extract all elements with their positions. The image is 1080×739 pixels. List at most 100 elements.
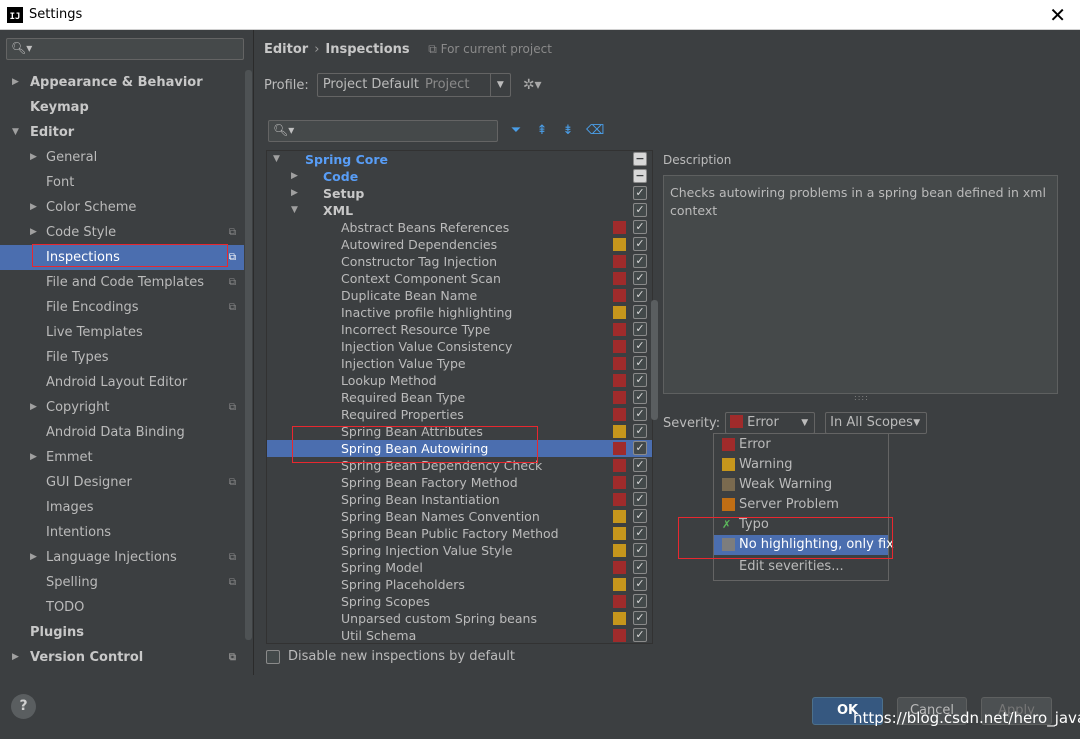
inspection-row[interactable]: Incorrect Resource Type ✓ [267, 321, 652, 338]
chevron-right-icon[interactable]: ▶ [12, 645, 19, 670]
inspection-row[interactable]: Autowired Dependencies ✓ [267, 236, 652, 253]
sidebar-item-todo[interactable]: TODO [0, 595, 244, 620]
inspection-row[interactable]: Spring Scopes ✓ [267, 593, 652, 610]
severity-option-server-problem[interactable]: Server Problem [714, 495, 888, 515]
inspection-row[interactable]: ▼ Spring Core − [267, 151, 652, 168]
enabled-checkbox[interactable]: ✓ [633, 322, 647, 336]
inspection-row[interactable]: Spring Model ✓ [267, 559, 652, 576]
sidebar-item-inspections[interactable]: Inspections ⧉ [0, 245, 244, 270]
inspection-row[interactable]: Required Properties ✓ [267, 406, 652, 423]
inspection-row[interactable]: Spring Bean Instantiation ✓ [267, 491, 652, 508]
severity-option-weak-warning[interactable]: Weak Warning [714, 475, 888, 495]
sidebar-item-file-encodings[interactable]: File Encodings ⧉ [0, 295, 244, 320]
enabled-checkbox[interactable]: ✓ [633, 271, 647, 285]
enabled-checkbox[interactable]: ✓ [633, 237, 647, 251]
inspection-row[interactable]: Injection Value Consistency ✓ [267, 338, 652, 355]
filter-icon[interactable]: ⏷ [508, 123, 524, 139]
inspection-row[interactable]: Spring Bean Autowiring ✓ [267, 440, 652, 457]
sidebar-item-color-scheme[interactable]: ▶ Color Scheme [0, 195, 244, 220]
enabled-checkbox[interactable]: − [633, 152, 647, 166]
enabled-checkbox[interactable]: ✓ [633, 288, 647, 302]
enabled-checkbox[interactable]: ✓ [633, 526, 647, 540]
sidebar-item-intentions[interactable]: Intentions [0, 520, 244, 545]
sidebar-item-file-types[interactable]: File Types [0, 345, 244, 370]
splitter-grip[interactable]: :::: [854, 393, 869, 402]
enabled-checkbox[interactable]: ✓ [633, 407, 647, 421]
enabled-checkbox[interactable]: ✓ [633, 492, 647, 506]
enabled-checkbox[interactable]: ✓ [633, 628, 647, 642]
severity-option-no-highlighting-only-fix[interactable]: No highlighting, only fix [714, 535, 894, 555]
inspection-row[interactable]: ▶ Setup ✓ [267, 185, 652, 202]
severity-option-typo[interactable]: ✗ Typo [714, 515, 888, 535]
inspection-row[interactable]: Spring Bean Dependency Check ✓ [267, 457, 652, 474]
profile-select[interactable]: Project Default Project ▼ [316, 73, 511, 97]
sidebar-item-keymap[interactable]: Keymap [0, 95, 244, 120]
inspection-row[interactable]: Spring Bean Attributes ✓ [267, 423, 652, 440]
sidebar-item-gui-designer[interactable]: GUI Designer ⧉ [0, 470, 244, 495]
inspection-row[interactable]: Required Bean Type ✓ [267, 389, 652, 406]
inspection-row[interactable]: Lookup Method ✓ [267, 372, 652, 389]
enabled-checkbox[interactable]: ✓ [633, 186, 647, 200]
inspection-search-input[interactable]: 🔍︎▾ [268, 120, 498, 142]
scope-select[interactable]: In All Scopes ▼ [825, 412, 928, 434]
chevron-down-icon[interactable]: ▼ [291, 202, 298, 219]
enabled-checkbox[interactable]: ✓ [633, 611, 647, 625]
inspection-row[interactable]: Spring Placeholders ✓ [267, 576, 652, 593]
expand-all-icon[interactable]: ⇞ [534, 123, 550, 139]
chevron-right-icon[interactable]: ▶ [30, 395, 37, 420]
severity-option-warning[interactable]: Warning [714, 455, 888, 475]
enabled-checkbox[interactable]: ✓ [633, 509, 647, 523]
inspection-row[interactable]: Spring Bean Names Convention ✓ [267, 508, 652, 525]
sidebar-item-spelling[interactable]: Spelling ⧉ [0, 570, 244, 595]
sidebar-scrollbar[interactable] [245, 70, 252, 640]
enabled-checkbox[interactable]: ✓ [633, 203, 647, 217]
enabled-checkbox[interactable]: ✓ [633, 458, 647, 472]
enabled-checkbox[interactable]: ✓ [633, 441, 647, 455]
inspection-row[interactable]: Inactive profile highlighting ✓ [267, 304, 652, 321]
inspection-tree-scrollbar[interactable] [651, 300, 658, 420]
chevron-down-icon[interactable]: ▼ [273, 151, 280, 168]
enabled-checkbox[interactable]: ✓ [633, 475, 647, 489]
enabled-checkbox[interactable]: ✓ [633, 220, 647, 234]
sidebar-item-android-data-binding[interactable]: Android Data Binding [0, 420, 244, 445]
enabled-checkbox[interactable]: ✓ [633, 339, 647, 353]
enabled-checkbox[interactable]: ✓ [633, 577, 647, 591]
enabled-checkbox[interactable]: ✓ [633, 560, 647, 574]
enabled-checkbox[interactable]: ✓ [633, 305, 647, 319]
sidebar-item-emmet[interactable]: ▶ Emmet [0, 445, 244, 470]
inspection-row[interactable]: Duplicate Bean Name ✓ [267, 287, 652, 304]
inspection-row[interactable]: Spring Bean Public Factory Method ✓ [267, 525, 652, 542]
enabled-checkbox[interactable]: ✓ [633, 594, 647, 608]
inspection-row[interactable]: Abstract Beans References ✓ [267, 219, 652, 236]
chevron-right-icon[interactable]: ▶ [30, 195, 37, 220]
sidebar-item-images[interactable]: Images [0, 495, 244, 520]
enabled-checkbox[interactable]: − [633, 169, 647, 183]
inspection-row[interactable]: Constructor Tag Injection ✓ [267, 253, 652, 270]
chevron-right-icon[interactable]: ▶ [12, 70, 19, 95]
chevron-down-icon[interactable]: ▼ [12, 120, 19, 145]
close-icon[interactable]: ✕ [1049, 3, 1066, 27]
reset-icon[interactable]: ⌫ [586, 123, 604, 139]
enabled-checkbox[interactable]: ✓ [633, 356, 647, 370]
chevron-right-icon[interactable]: ▶ [30, 220, 37, 245]
edit-severities-item[interactable]: Edit severities... [714, 557, 888, 577]
chevron-right-icon[interactable]: ▶ [30, 445, 37, 470]
help-button[interactable]: ? [11, 694, 36, 719]
chevron-right-icon[interactable]: ▶ [30, 145, 37, 170]
collapse-all-icon[interactable]: ⇟ [560, 123, 576, 139]
inspection-row[interactable]: Unparsed custom Spring beans ✓ [267, 610, 652, 627]
sidebar-item-code-style[interactable]: ▶ Code Style ⧉ [0, 220, 244, 245]
sidebar-item-font[interactable]: Font [0, 170, 244, 195]
gear-icon[interactable]: ✲▾ [523, 77, 542, 93]
severity-option-error[interactable]: Error [714, 435, 888, 455]
severity-select[interactable]: Error ▼ [725, 412, 816, 434]
inspection-row[interactable]: ▼ XML ✓ [267, 202, 652, 219]
sidebar-item-live-templates[interactable]: Live Templates [0, 320, 244, 345]
sidebar-item-copyright[interactable]: ▶ Copyright ⧉ [0, 395, 244, 420]
inspection-row[interactable]: Injection Value Type ✓ [267, 355, 652, 372]
sidebar-item-language-injections[interactable]: ▶ Language Injections ⧉ [0, 545, 244, 570]
sidebar-item-appearance-behavior[interactable]: ▶ Appearance & Behavior [0, 70, 244, 95]
sidebar-item-version-control[interactable]: ▶ Version Control ⧉ [0, 645, 244, 670]
chevron-right-icon[interactable]: ▶ [291, 185, 298, 202]
enabled-checkbox[interactable]: ✓ [633, 373, 647, 387]
